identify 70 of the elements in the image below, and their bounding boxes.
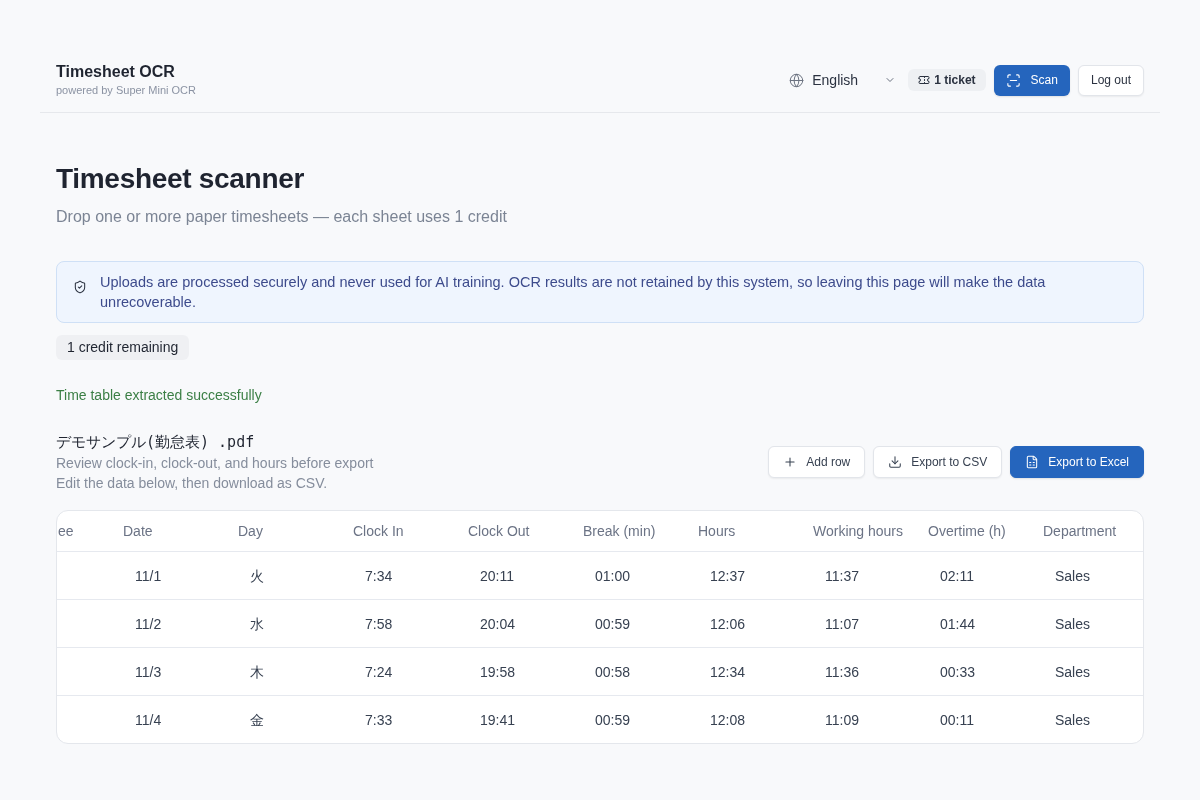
file-name: デモサンプル(勤怠表) .pdf (56, 432, 256, 453)
add-row-button[interactable]: Add row (768, 446, 866, 478)
scan-icon (1005, 72, 1021, 88)
table-cell: 20:04 (480, 615, 516, 632)
column-header: Day (238, 523, 263, 539)
table-cell: 木 (250, 663, 264, 680)
logout-button[interactable]: Log out (1077, 64, 1144, 96)
ticket-icon (918, 74, 931, 86)
table-cell: 水 (250, 615, 264, 632)
credits-badge: 1 credit remaining (56, 335, 190, 360)
export-csv-button[interactable]: Export to CSV (873, 446, 1003, 478)
table-cell: 19:41 (480, 711, 516, 728)
table-cell: 11:07 (825, 615, 859, 632)
table-cell: 00:33 (940, 663, 976, 680)
column-header: Date (123, 523, 153, 539)
notice-text: Uploads are processed securely and never used for AI training. OCR results are not retained by this system, so leaving this page will make the data unrecoverable. (100, 273, 1047, 312)
shield-check-icon (73, 280, 87, 294)
table-cell: 11:36 (825, 663, 859, 680)
table-cell: 00:59 (595, 711, 631, 728)
table-cell: 01:00 (595, 567, 631, 584)
app-title: Timesheet OCR (56, 62, 176, 82)
file-description: Review clock-in, clock-out, and hours before export (56, 454, 374, 473)
table-cell: 19:58 (480, 663, 516, 680)
column-header: Working hours (813, 523, 903, 539)
page-subtitle: Drop one or more paper timesheets — each sheet uses 1 credit (56, 207, 508, 227)
table-cell: 金 (250, 711, 264, 728)
table-cell: Sales (1055, 567, 1091, 584)
table-cell: 00:58 (595, 663, 631, 680)
scan-button[interactable]: Scan (993, 64, 1070, 96)
column-header: Hours (698, 523, 736, 539)
table-cell: 12:34 (710, 663, 746, 680)
column-header: Clock Out (468, 523, 530, 539)
app-subtitle: powered by Super Mini OCR (56, 83, 196, 98)
column-header: ee (58, 523, 74, 539)
table-cell: 11/2 (135, 615, 162, 632)
table-cell: 7:24 (365, 663, 393, 680)
table-cell: 7:33 (365, 711, 393, 728)
table-cell: Sales (1055, 615, 1091, 632)
table-cell: 12:08 (710, 711, 746, 728)
column-header: Clock In (353, 523, 404, 539)
spreadsheet-icon (1025, 455, 1040, 469)
table-cell: 00:59 (595, 615, 631, 632)
column-header: Department (1043, 523, 1117, 539)
table-cell: Sales (1055, 711, 1091, 728)
table-cell: 7:34 (365, 567, 393, 584)
table-cell: 12:06 (710, 615, 746, 632)
export-excel-button[interactable]: Export to Excel (1010, 446, 1144, 478)
ticket-badge: 1 ticket (908, 69, 986, 91)
status-message: Time table extracted successfully (56, 386, 263, 405)
language-select[interactable]: English (782, 65, 899, 95)
table-cell: 11:09 (825, 711, 859, 728)
globe-icon (789, 72, 805, 88)
table-cell: 11/4 (135, 711, 162, 728)
table-cell: 11/3 (135, 663, 162, 680)
table-cell: 火 (250, 567, 264, 584)
plus-icon (783, 455, 798, 469)
table-cell: 12:37 (710, 567, 746, 584)
column-header: Overtime (h) (928, 523, 1006, 539)
page-title: Timesheet scanner (56, 162, 306, 196)
table-cell: 01:44 (940, 615, 976, 632)
table-cell: 00:11 (940, 711, 974, 728)
table-cell: 11/1 (135, 567, 162, 584)
column-header: Break (min) (583, 523, 656, 539)
table-cell: 11:37 (825, 567, 859, 584)
download-icon (888, 455, 903, 469)
table-cell: Sales (1055, 663, 1091, 680)
table-cell: 02:11 (940, 567, 974, 584)
table-cell: 7:58 (365, 615, 393, 632)
table-cell: 20:11 (480, 567, 514, 584)
file-description: Edit the data below, then download as CSV. (56, 474, 329, 493)
